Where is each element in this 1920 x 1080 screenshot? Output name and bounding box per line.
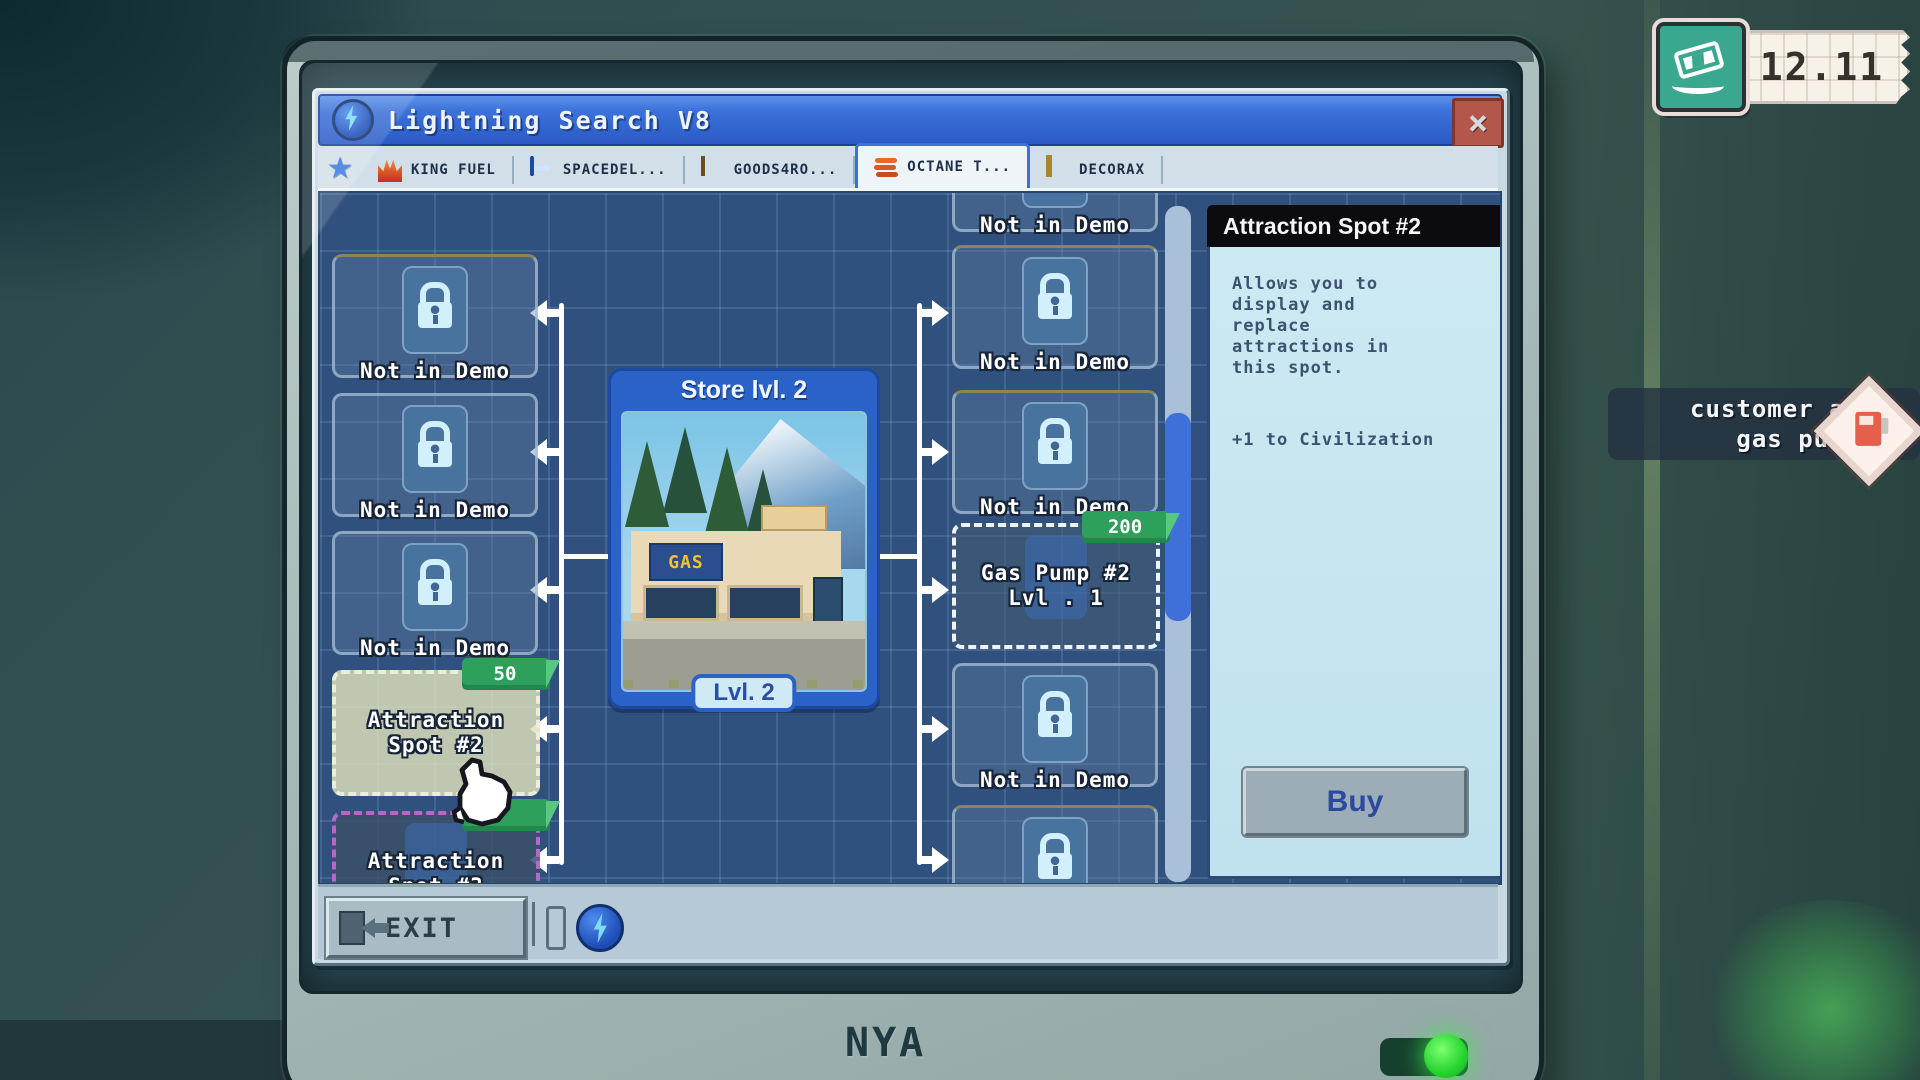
lock-icon <box>1022 817 1088 885</box>
floor-shadow <box>0 1020 300 1080</box>
buy-button[interactable]: Buy <box>1243 768 1467 836</box>
window-art <box>643 585 719 621</box>
detail-panel-effect: +1 to Civilization <box>1232 430 1434 450</box>
crown-icon <box>378 158 402 182</box>
arrow-right-icon <box>932 439 949 465</box>
tree-node-locked: Not in Demo <box>332 393 538 517</box>
left-connector-stub <box>561 554 609 559</box>
banknote-icon <box>1656 22 1746 112</box>
monitor-top-shade <box>282 36 1534 62</box>
money-value: 12.11 <box>1760 45 1884 89</box>
tab-spacedel[interactable]: SPACEDEL... <box>514 152 683 188</box>
monitor-brand: NYA <box>845 1020 965 1066</box>
close-button[interactable]: × <box>1452 98 1504 148</box>
tree-node-locked: Not in Demo <box>952 663 1158 787</box>
tree-node-attraction-spot-2[interactable]: 50 Attraction Spot #2 <box>332 670 540 796</box>
spacedel-icon <box>530 156 534 176</box>
lightning-taskbar-icon[interactable] <box>576 904 624 952</box>
taskbar-slot <box>546 906 566 950</box>
sidewalk-art <box>623 621 865 639</box>
store-image: GAS <box>621 411 867 692</box>
arrow-right-icon <box>932 716 949 742</box>
tree-art <box>663 427 707 513</box>
tab-octane-active[interactable]: OCTANE T... <box>855 143 1030 188</box>
lock-icon <box>402 543 468 631</box>
crate-icon <box>701 156 705 176</box>
detail-panel: Attraction Spot #2 Allows you to display… <box>1207 205 1502 879</box>
lock-icon <box>1022 191 1088 208</box>
lightning-icon <box>332 99 374 141</box>
store-card-title: Store lvl. 2 <box>611 371 877 409</box>
tree-node-attraction-spot-3[interactable]: Attraction Spot #3 <box>332 811 540 885</box>
tree-node-locked: Not in Demo <box>952 191 1158 232</box>
tab-bar: ★ KING FUEL SPACEDEL... GOODS4RO... OCTA… <box>318 146 1498 191</box>
lock-icon <box>402 266 468 354</box>
power-led <box>1424 1034 1468 1078</box>
tech-tree-canvas: Not in Demo Not in Demo Not in Demo 50 A… <box>318 191 1502 885</box>
lock-icon <box>1022 257 1088 345</box>
tab-divider <box>1161 156 1163 184</box>
price-tag: 50 <box>462 658 550 690</box>
tree-node-locked: Not in Demo <box>952 245 1158 369</box>
right-connector-spine <box>917 303 922 865</box>
tree-scrollbar-track[interactable] <box>1165 206 1191 882</box>
price-tag <box>462 799 550 831</box>
exit-button[interactable]: EXIT <box>326 898 526 958</box>
picture-icon <box>1046 155 1052 177</box>
arrow-right-icon <box>932 577 949 603</box>
roof-sign-art <box>761 505 827 531</box>
money-hud: 12.11 <box>1656 22 1904 108</box>
tab-king-fuel[interactable]: KING FUEL <box>362 152 512 188</box>
arrow-right-icon <box>932 300 949 326</box>
window-art <box>727 585 803 621</box>
star-icon[interactable]: ★ <box>318 150 362 188</box>
arrow-right-icon <box>932 847 949 873</box>
tab-goods4ro[interactable]: GOODS4RO... <box>685 152 854 188</box>
gas-sign: GAS <box>649 543 723 581</box>
lock-icon <box>1022 675 1088 763</box>
tree-node-locked: Not in Demo <box>952 390 1158 514</box>
left-connector-spine <box>559 303 564 865</box>
door-art <box>813 577 843 627</box>
tree-node-locked: Not in Demo <box>332 254 538 378</box>
store-card: Store lvl. 2 GAS Lvl. 2 <box>608 368 880 709</box>
detail-panel-description: Allows you to display and replace attrac… <box>1232 274 1402 379</box>
tree-node-gas-pump-2[interactable]: 200 Gas Pump #2 Lvl . 1 <box>952 523 1160 649</box>
price-tag: 200 <box>1082 511 1170 543</box>
taskbar-divider <box>532 902 535 946</box>
tree-node-locked: Not in Demo <box>332 531 538 655</box>
game-scene: NYA Lightning Search V8 × ★ KING FUEL SP… <box>0 0 1920 1080</box>
window-title: Lightning Search V8 <box>388 106 712 135</box>
lock-icon <box>402 405 468 493</box>
octane-icon <box>874 155 898 179</box>
arrow-left-icon <box>361 918 375 938</box>
detail-panel-title: Attraction Spot #2 <box>1207 205 1502 247</box>
money-panel: 12.11 <box>1734 30 1910 104</box>
tab-decorax[interactable]: DECORAX <box>1030 152 1161 188</box>
window-titlebar: Lightning Search V8 <box>318 94 1502 146</box>
room-stripe <box>1644 0 1660 1080</box>
tree-node-locked <box>952 805 1158 885</box>
store-level-badge: Lvl. 2 <box>691 674 796 712</box>
lock-icon <box>1022 402 1088 490</box>
